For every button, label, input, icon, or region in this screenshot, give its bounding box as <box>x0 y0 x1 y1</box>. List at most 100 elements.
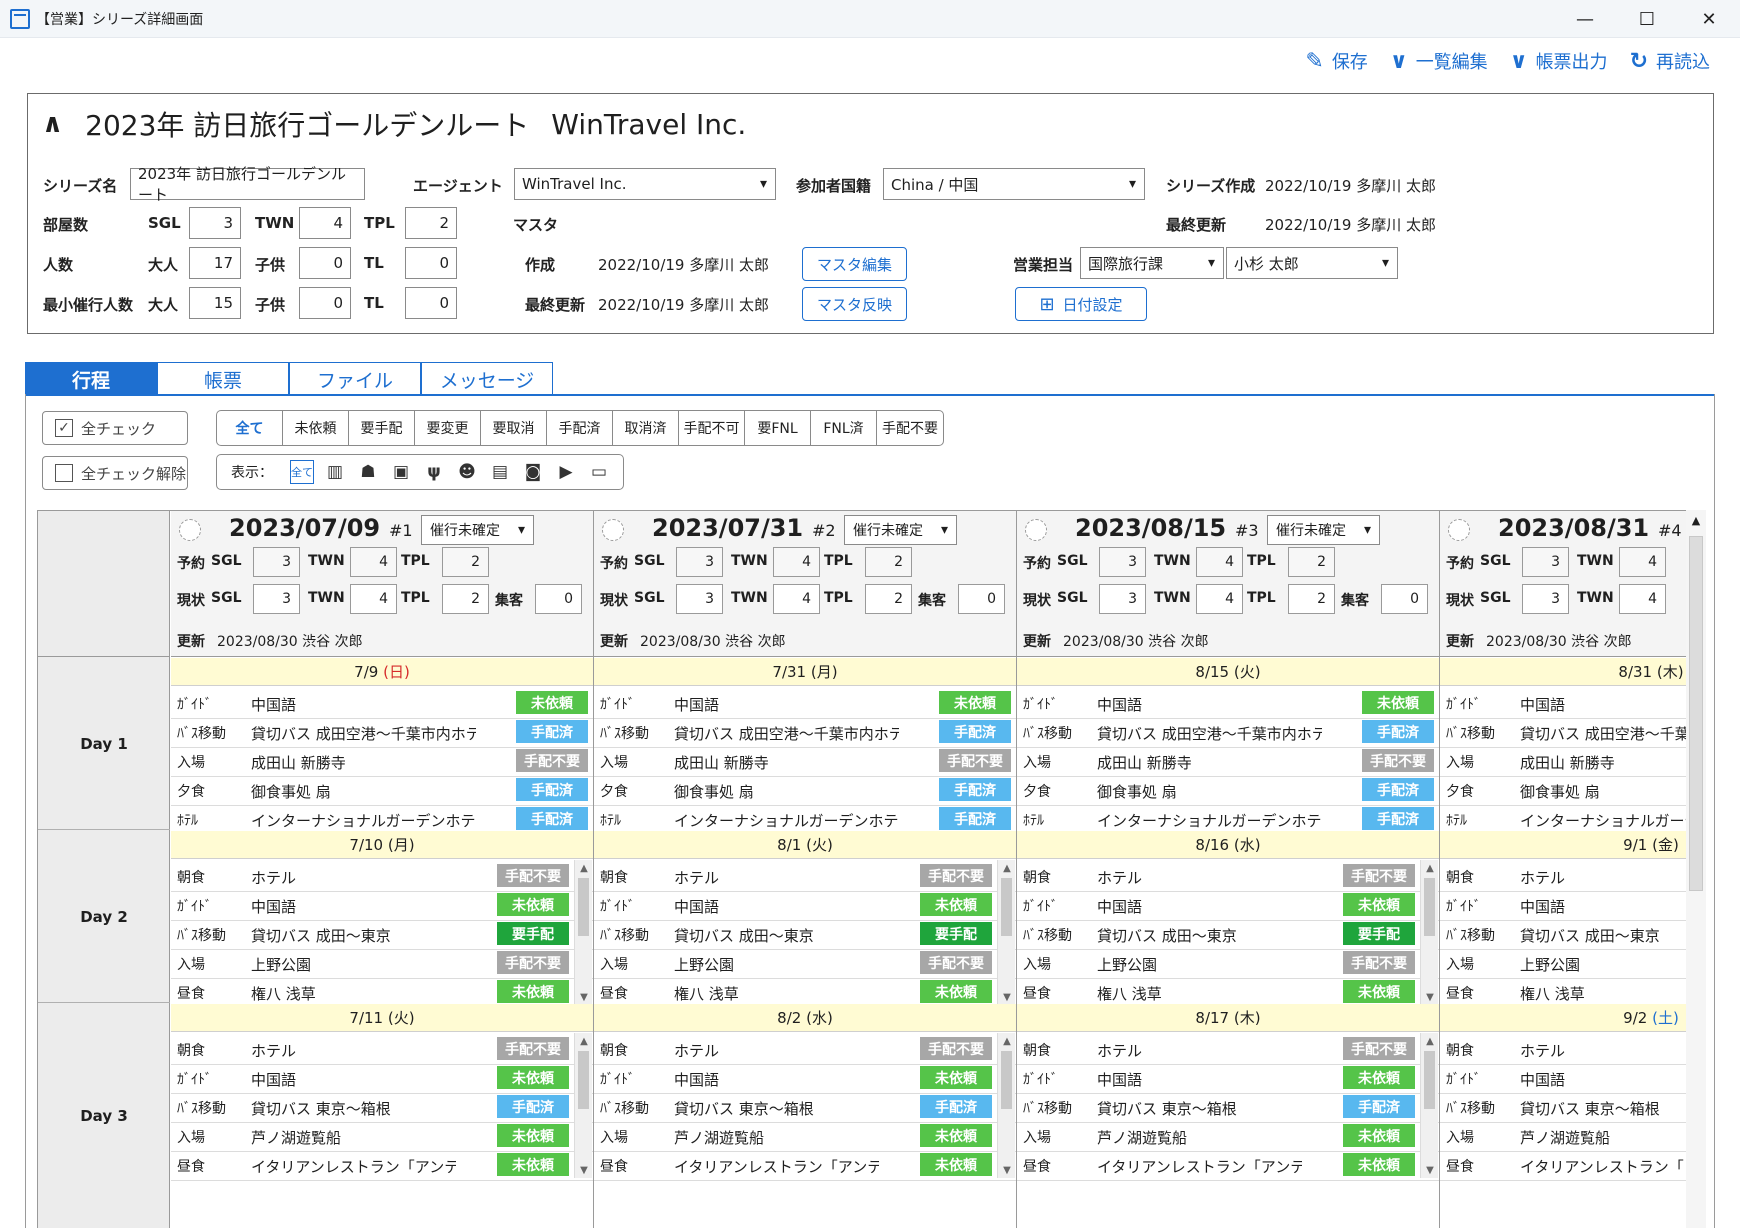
status-badge[interactable]: 手配済 <box>497 1095 569 1118</box>
scroll-thumb[interactable] <box>1424 878 1435 936</box>
status-badge[interactable]: 手配不要 <box>920 864 992 887</box>
bulk-edit-button[interactable]: ∨ 一覧編集 <box>1390 48 1488 74</box>
column-select-radio[interactable] <box>602 519 624 541</box>
itinerary-row[interactable]: 朝食 ホテル 手配不要 <box>594 860 1016 892</box>
filter-not-needed[interactable]: 手配不要 <box>877 411 943 445</box>
status-badge[interactable]: 手配不要 <box>920 951 992 974</box>
agent-select[interactable]: WinTravel Inc. <box>514 168 776 200</box>
bus-icon[interactable]: ▣ <box>389 460 413 484</box>
scroll-thumb[interactable] <box>1001 878 1012 936</box>
status-badge[interactable]: 未依頼 <box>1343 893 1415 916</box>
res-tpl-input[interactable]: 2 <box>865 547 912 577</box>
status-badge[interactable]: 手配不要 <box>1362 749 1434 772</box>
flag-icon[interactable]: ▶ <box>554 460 578 484</box>
sales-dept-select[interactable]: 国際旅行課 <box>1080 247 1224 279</box>
res-tpl-input[interactable]: 2 <box>442 547 489 577</box>
status-badge[interactable]: 要手配 <box>1343 922 1415 945</box>
cur-twn-input[interactable]: 4 <box>1619 584 1666 614</box>
day-scrollbar[interactable]: ▲ ▼ <box>574 860 592 1005</box>
itinerary-row[interactable]: 朝食 ホテル 手配不要 <box>171 860 593 892</box>
itinerary-row[interactable]: ｶﾞｲﾄﾞ 中国語 <box>1440 889 1705 921</box>
cur-sgl-input[interactable]: 3 <box>1099 584 1146 614</box>
itinerary-row[interactable]: 入場 成田山 新勝寺 <box>1440 745 1705 777</box>
itinerary-row[interactable]: ﾊﾞｽ移動 貸切バス 成田～東京 要手配 <box>1017 918 1439 950</box>
luggage-icon[interactable]: ▤ <box>488 460 512 484</box>
status-badge[interactable]: 手配不要 <box>920 1037 992 1060</box>
status-badge[interactable]: 手配不要 <box>497 864 569 887</box>
filter-fnl-done[interactable]: FNL済 <box>811 411 877 445</box>
itinerary-row[interactable]: ﾊﾞｽ移動 貸切バス 東京～箱根 手配済 <box>594 1091 1016 1123</box>
status-badge[interactable]: 未依頼 <box>497 1153 569 1176</box>
rooms-sgl-input[interactable]: 3 <box>189 207 241 239</box>
status-badge[interactable]: 手配済 <box>939 720 1011 743</box>
cur-twn-input[interactable]: 4 <box>350 584 397 614</box>
min-tl-input[interactable]: 0 <box>405 287 457 319</box>
cur-tpl-input[interactable]: 2 <box>865 584 912 614</box>
tab-itinerary[interactable]: 行程 <box>25 362 157 395</box>
scroll-up-icon[interactable]: ▲ <box>1421 1033 1439 1049</box>
status-badge[interactable]: 手配不要 <box>516 749 588 772</box>
status-badge[interactable]: 未依頼 <box>920 1153 992 1176</box>
guide-icon[interactable]: ☻ <box>455 460 479 484</box>
itinerary-row[interactable]: 入場 芦ノ湖遊覧船 未依頼 <box>171 1120 593 1152</box>
itinerary-row[interactable]: 朝食 ホテル 手配不要 <box>594 1033 1016 1065</box>
date-setting-button[interactable]: ⊞ 日付設定 <box>1015 287 1147 321</box>
res-tpl-input[interactable]: 2 <box>1288 547 1335 577</box>
status-badge[interactable]: 手配不要 <box>497 1037 569 1060</box>
status-badge[interactable]: 手配不要 <box>1343 864 1415 887</box>
res-twn-input[interactable]: 4 <box>1619 547 1666 577</box>
res-sgl-input[interactable]: 3 <box>676 547 723 577</box>
status-badge[interactable]: 未依頼 <box>1343 1066 1415 1089</box>
itinerary-row[interactable]: 入場 芦ノ湖遊覧船 未依頼 <box>1017 1120 1439 1152</box>
status-badge[interactable]: 要手配 <box>497 922 569 945</box>
itinerary-row[interactable]: 夕食 御食事処 扇 <box>1440 774 1705 806</box>
cur-tpl-input[interactable]: 2 <box>442 584 489 614</box>
itinerary-row[interactable]: 入場 成田山 新勝寺 手配不要 <box>594 745 1016 777</box>
itinerary-row[interactable]: 昼食 イタリアンレストラン「アンティノ 未依頼 <box>1017 1149 1439 1181</box>
filter-needs-change[interactable]: 要変更 <box>415 411 481 445</box>
itinerary-row[interactable]: 夕食 御食事処 扇 手配済 <box>594 774 1016 806</box>
status-badge[interactable]: 未依頼 <box>920 1124 992 1147</box>
scroll-thumb[interactable] <box>578 1051 589 1109</box>
status-badge[interactable]: 要手配 <box>920 922 992 945</box>
status-badge[interactable]: 手配済 <box>516 778 588 801</box>
itinerary-row[interactable]: ﾊﾞｽ移動 貸切バス 東京～箱根 手配済 <box>171 1091 593 1123</box>
scroll-down-icon[interactable]: ▼ <box>998 989 1016 1005</box>
scroll-down-icon[interactable]: ▼ <box>1421 989 1439 1005</box>
status-badge[interactable]: 未依頼 <box>497 1066 569 1089</box>
maximize-button[interactable]: ☐ <box>1616 0 1678 38</box>
itinerary-row[interactable]: ﾊﾞｽ移動 貸切バス 東京～箱根 <box>1440 1091 1705 1123</box>
scroll-up-icon[interactable]: ▲ <box>1686 510 1706 530</box>
itinerary-row[interactable]: ｶﾞｲﾄﾞ 中国語 未依頼 <box>171 889 593 921</box>
itinerary-row[interactable]: ｶﾞｲﾄﾞ 中国語 <box>1440 687 1705 719</box>
filter-needs-cancel[interactable]: 要取消 <box>481 411 547 445</box>
cur-twn-input[interactable]: 4 <box>773 584 820 614</box>
rooms-twn-input[interactable]: 4 <box>299 207 351 239</box>
rooms-tpl-input[interactable]: 2 <box>405 207 457 239</box>
status-badge[interactable]: 未依頼 <box>1343 1153 1415 1176</box>
filter-all[interactable]: 全て <box>217 411 283 445</box>
column-select-radio[interactable] <box>179 519 201 541</box>
status-badge[interactable]: 未依頼 <box>920 980 992 1003</box>
scroll-thumb[interactable] <box>1689 536 1703 891</box>
status-badge[interactable]: 手配済 <box>1362 807 1434 830</box>
itinerary-row[interactable]: ﾊﾞｽ移動 貸切バス 成田空港～千葉市内ホテル 手配済 <box>594 716 1016 748</box>
scroll-down-icon[interactable]: ▼ <box>575 1162 593 1178</box>
itinerary-row[interactable]: 入場 成田山 新勝寺 手配不要 <box>1017 745 1439 777</box>
itinerary-row[interactable]: ｶﾞｲﾄﾞ 中国語 未依頼 <box>594 687 1016 719</box>
status-badge[interactable]: 未依頼 <box>1343 1124 1415 1147</box>
cur-twn-input[interactable]: 4 <box>1196 584 1243 614</box>
itinerary-row[interactable]: 夕食 御食事処 扇 手配済 <box>171 774 593 806</box>
day-scrollbar[interactable]: ▲ ▼ <box>997 1033 1015 1178</box>
column-select-radio[interactable] <box>1448 519 1470 541</box>
filter-cancelled[interactable]: 取消済 <box>613 411 679 445</box>
itinerary-row[interactable]: ｶﾞｲﾄﾞ 中国語 未依頼 <box>1017 1062 1439 1094</box>
itinerary-row[interactable]: ｶﾞｲﾄﾞ 中国語 <box>1440 1062 1705 1094</box>
itinerary-row[interactable]: 朝食 ホテル <box>1440 860 1705 892</box>
itinerary-row[interactable]: ｶﾞｲﾄﾞ 中国語 未依頼 <box>1017 889 1439 921</box>
tab-files[interactable]: ファイル <box>289 362 421 395</box>
status-badge[interactable]: 手配済 <box>516 807 588 830</box>
itinerary-row[interactable]: 夕食 御食事処 扇 手配済 <box>1017 774 1439 806</box>
uncheck-all-button[interactable]: 全チェック解除 <box>42 456 188 490</box>
filter-arranged[interactable]: 手配済 <box>547 411 613 445</box>
